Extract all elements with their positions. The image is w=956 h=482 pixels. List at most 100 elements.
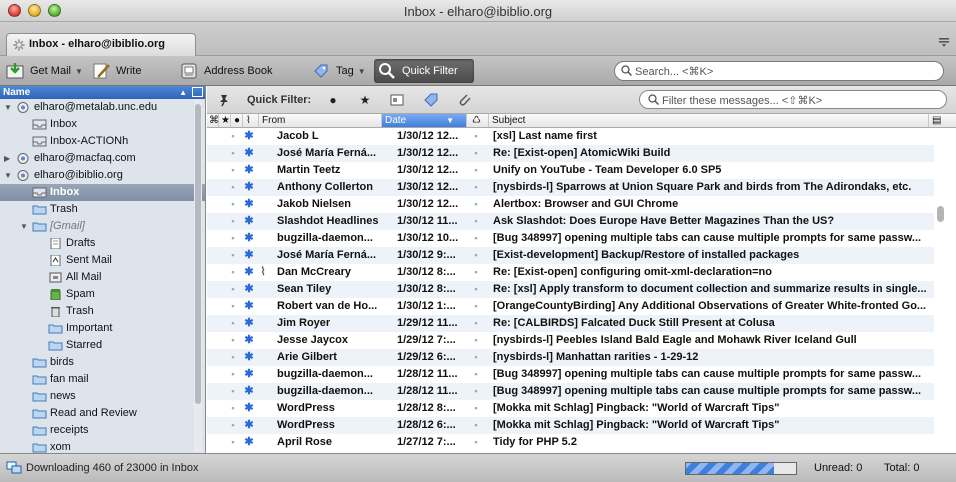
thread-column-icon[interactable]: ⌘ — [207, 114, 219, 127]
star-icon[interactable]: ✱ — [243, 315, 255, 332]
folder-item[interactable]: ▶ elharo@macfaq.com — [0, 150, 205, 167]
junk-status-icon[interactable]: • — [469, 247, 483, 264]
junk-status-icon[interactable]: • — [469, 383, 483, 400]
message-row[interactable]: • ✱ José María Ferná... 1/30/12 9:... • [Exis… — [207, 247, 934, 264]
folder-item[interactable]: ▼ elharo@ibiblio.org — [0, 167, 205, 184]
message-row[interactable]: • ✱ April Rose 1/27/12 7:... • Tidy for PHP 5… — [207, 434, 934, 451]
junk-status-icon[interactable]: • — [469, 128, 483, 145]
folder-item[interactable]: Spam — [0, 286, 205, 303]
pin-icon[interactable] — [217, 93, 231, 107]
read-status-icon[interactable]: • — [227, 298, 239, 315]
star-icon[interactable]: ✱ — [243, 264, 255, 281]
junk-status-icon[interactable]: • — [469, 315, 483, 332]
folder-item[interactable]: Inbox — [0, 184, 205, 201]
get-mail-button[interactable]: Get Mail ▼ — [6, 61, 83, 81]
message-row[interactable]: • ✱ Martin Teetz 1/30/12 12... • Unify on You… — [207, 162, 934, 179]
message-row[interactable]: • ✱ bugzilla-daemon... 1/28/12 11... • [Bug 3… — [207, 383, 934, 400]
star-icon[interactable]: ✱ — [243, 179, 255, 196]
folder-item[interactable]: Drafts — [0, 235, 205, 252]
read-status-icon[interactable]: • — [227, 128, 239, 145]
star-icon[interactable]: ✱ — [243, 400, 255, 417]
read-status-icon[interactable]: • — [227, 315, 239, 332]
junk-status-icon[interactable]: • — [469, 230, 483, 247]
junk-status-icon[interactable]: • — [469, 417, 483, 434]
message-list-scrollbar[interactable] — [934, 128, 948, 453]
read-status-icon[interactable]: • — [227, 383, 239, 400]
junk-status-icon[interactable]: • — [469, 196, 483, 213]
star-icon[interactable]: ✱ — [243, 145, 255, 162]
star-column-icon[interactable]: ★ — [219, 114, 231, 127]
read-status-icon[interactable]: • — [227, 366, 239, 383]
star-icon[interactable]: ✱ — [243, 196, 255, 213]
attachment-column-icon[interactable]: ⌇ — [243, 114, 259, 127]
folder-scrollbar[interactable] — [194, 100, 202, 452]
message-row[interactable]: • ✱ Jesse Jaycox 1/29/12 7:... • [nysbirds-l]… — [207, 332, 934, 349]
message-row[interactable]: • ✱ bugzilla-daemon... 1/28/12 11... • [Bug 3… — [207, 366, 934, 383]
twisty-open-icon[interactable]: ▼ — [4, 167, 14, 184]
message-row[interactable]: • ✱ Jakob Nielsen 1/30/12 12... • Alertbox: B… — [207, 196, 934, 213]
message-row[interactable]: • ✱ Arie Gilbert 1/29/12 6:... • [nysbirds-l]… — [207, 349, 934, 366]
folder-item[interactable]: Inbox — [0, 116, 205, 133]
message-row[interactable]: • ✱ Jim Royer 1/29/12 11... • Re: [CALBIRDS] … — [207, 315, 934, 332]
junk-status-icon[interactable]: • — [469, 400, 483, 417]
read-status-icon[interactable]: • — [227, 230, 239, 247]
column-header-date[interactable]: Date ▼ — [382, 114, 467, 127]
write-button[interactable]: Write — [92, 61, 141, 81]
read-status-icon[interactable]: • — [227, 247, 239, 264]
attachment-filter-icon[interactable] — [457, 92, 473, 108]
folder-item[interactable]: Sent Mail — [0, 252, 205, 269]
quick-filter-button[interactable]: Quick Filter — [374, 59, 474, 83]
junk-status-icon[interactable]: • — [469, 366, 483, 383]
junk-status-icon[interactable]: • — [469, 332, 483, 349]
twisty-open-icon[interactable]: ▼ — [20, 218, 30, 235]
twisty-open-icon[interactable]: ▼ — [4, 99, 14, 116]
read-status-icon[interactable]: • — [227, 400, 239, 417]
search-input[interactable]: Search... <⌘K> — [614, 61, 944, 81]
read-status-icon[interactable]: • — [227, 162, 239, 179]
folder-column-header[interactable]: Name ▲ — [0, 86, 205, 99]
read-status-icon[interactable]: • — [227, 434, 239, 451]
get-mail-dropdown-icon[interactable]: ▼ — [75, 67, 83, 76]
column-header-subject[interactable]: Subject — [489, 114, 929, 127]
junk-status-icon[interactable]: • — [469, 298, 483, 315]
folder-item[interactable]: ▼ [Gmail] — [0, 218, 205, 235]
junk-status-icon[interactable]: • — [469, 179, 483, 196]
folder-item[interactable]: All Mail — [0, 269, 205, 286]
column-picker-icon[interactable] — [192, 87, 203, 97]
star-icon[interactable]: ✱ — [243, 247, 255, 264]
tab-inbox[interactable]: Inbox - elharo@ibiblio.org — [6, 33, 196, 56]
online-status-icon[interactable] — [6, 461, 22, 475]
star-icon[interactable]: ✱ — [243, 128, 255, 145]
address-book-button[interactable]: Address Book — [180, 61, 272, 81]
star-icon[interactable]: ✱ — [243, 366, 255, 383]
column-header-from[interactable]: From — [259, 114, 382, 127]
folder-item[interactable]: Starred — [0, 337, 205, 354]
tag-filter-icon[interactable] — [423, 92, 439, 108]
folder-item[interactable]: Read and Review — [0, 405, 205, 422]
star-icon[interactable]: ✱ — [243, 281, 255, 298]
message-row[interactable]: • ✱ Robert van de Ho... 1/30/12 1:... • [Oran… — [207, 298, 934, 315]
junk-column-icon[interactable]: ♺ — [467, 114, 489, 127]
junk-status-icon[interactable]: • — [469, 264, 483, 281]
folder-item[interactable]: Trash — [0, 303, 205, 320]
folder-item[interactable]: ▼ elharo@metalab.unc.edu — [0, 99, 205, 116]
folder-item[interactable]: Trash — [0, 201, 205, 218]
read-status-icon[interactable]: • — [227, 281, 239, 298]
read-status-icon[interactable]: • — [227, 145, 239, 162]
read-status-icon[interactable]: • — [227, 264, 239, 281]
folder-item[interactable]: receipts — [0, 422, 205, 439]
read-status-icon[interactable]: • — [227, 213, 239, 230]
message-scroll-thumb[interactable] — [937, 206, 944, 222]
message-row[interactable]: • ✱ WordPress 1/28/12 8:... • [Mokka mit Schl… — [207, 400, 934, 417]
star-icon[interactable]: ✱ — [243, 349, 255, 366]
star-icon[interactable]: ✱ — [243, 417, 255, 434]
read-column-icon[interactable]: ● — [231, 114, 243, 127]
starred-filter-icon[interactable]: ★ — [357, 92, 373, 108]
star-icon[interactable]: ✱ — [243, 213, 255, 230]
read-status-icon[interactable]: • — [227, 349, 239, 366]
message-row[interactable]: • ✱ WordPress 1/28/12 6:... • [Mokka mit Schl… — [207, 417, 934, 434]
junk-status-icon[interactable]: • — [469, 434, 483, 451]
tab-list-icon[interactable] — [938, 36, 950, 48]
star-icon[interactable]: ✱ — [243, 162, 255, 179]
contact-filter-icon[interactable] — [389, 92, 405, 108]
